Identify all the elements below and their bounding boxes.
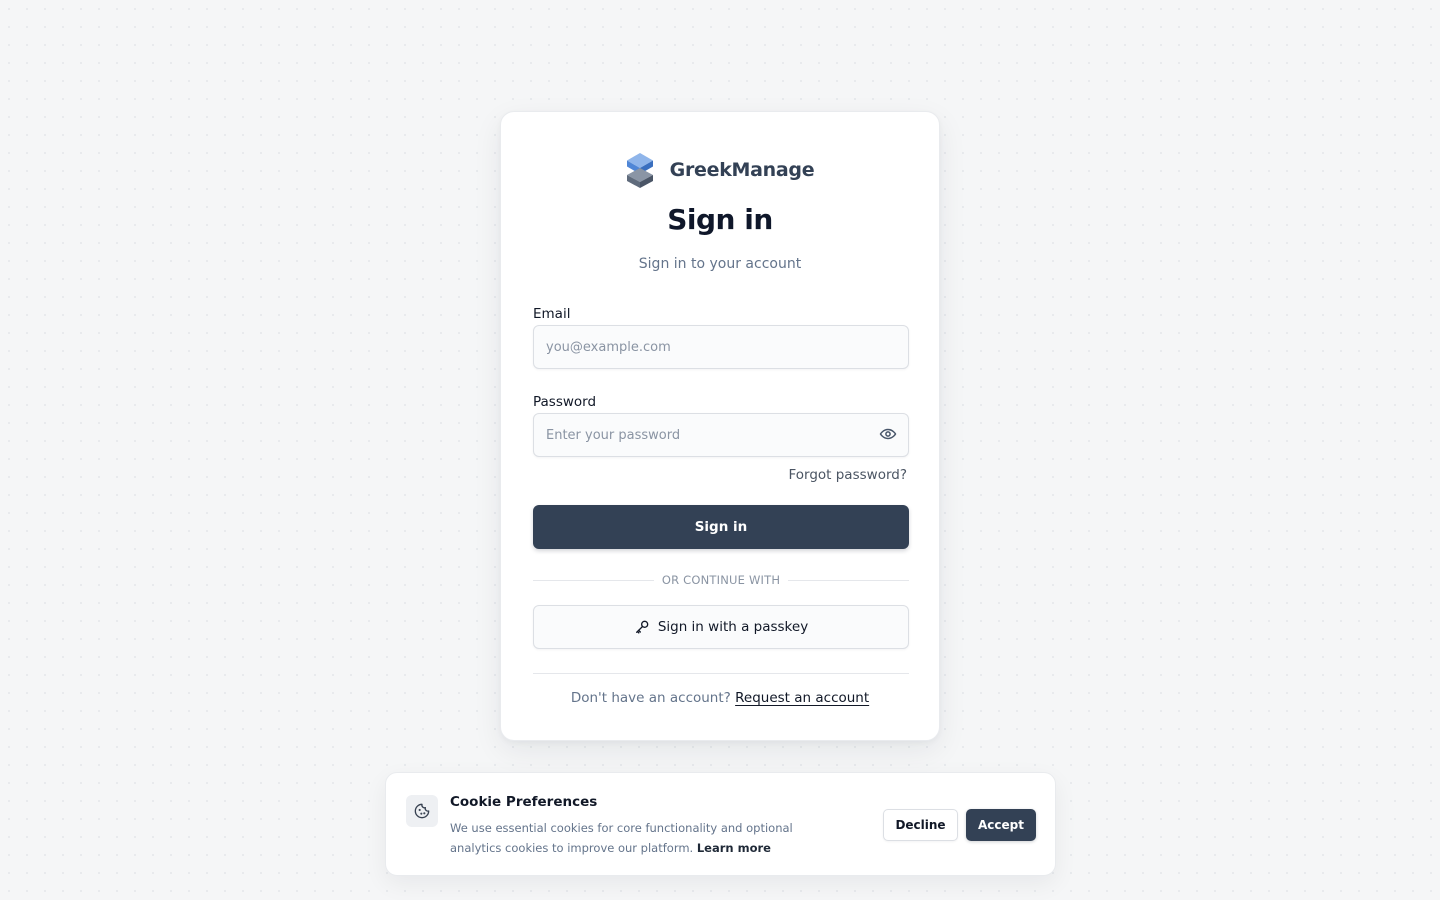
or-divider: OR CONTINUE WITH bbox=[533, 572, 909, 588]
divider-label: OR CONTINUE WITH bbox=[661, 573, 781, 587]
cookie-banner: Cookie Preferences We use essential cook… bbox=[385, 772, 1056, 876]
brand: GreekManage bbox=[501, 150, 939, 190]
password-field[interactable] bbox=[533, 413, 909, 457]
decline-button[interactable]: Decline bbox=[883, 809, 958, 841]
cookie-icon bbox=[414, 803, 430, 819]
cookie-icon-badge bbox=[406, 795, 438, 827]
divider-line bbox=[533, 579, 654, 581]
divider-line bbox=[788, 579, 909, 581]
cookie-description: We use essential cookies for core functi… bbox=[450, 818, 840, 858]
password-label: Password bbox=[533, 394, 597, 410]
brand-name: GreekManage bbox=[669, 159, 815, 181]
cookie-title: Cookie Preferences bbox=[450, 794, 598, 810]
forgot-password-link[interactable]: Forgot password? bbox=[788, 467, 907, 483]
page-subtitle: Sign in to your account bbox=[638, 256, 802, 272]
email-label: Email bbox=[533, 306, 571, 322]
learn-more-link[interactable]: Learn more bbox=[697, 841, 771, 855]
logo-icon bbox=[626, 153, 653, 188]
request-account-link[interactable]: Request an account bbox=[735, 690, 869, 706]
email-field[interactable] bbox=[533, 325, 909, 369]
sign-in-button[interactable]: Sign in bbox=[533, 505, 909, 549]
footer-separator bbox=[533, 673, 909, 674]
no-account-text: Don't have an account? bbox=[570, 690, 731, 706]
page-title: Sign in bbox=[667, 203, 773, 236]
eye-icon[interactable] bbox=[879, 425, 897, 443]
signin-card: GreekManage Sign in Sign in to your acco… bbox=[500, 111, 940, 741]
passkey-label: Sign in with a passkey bbox=[657, 619, 809, 635]
request-account-row: Don't have an account? Request an accoun… bbox=[501, 690, 939, 706]
passkey-button[interactable]: Sign in with a passkey bbox=[533, 605, 909, 649]
key-icon bbox=[635, 620, 649, 634]
accept-button[interactable]: Accept bbox=[966, 809, 1036, 841]
